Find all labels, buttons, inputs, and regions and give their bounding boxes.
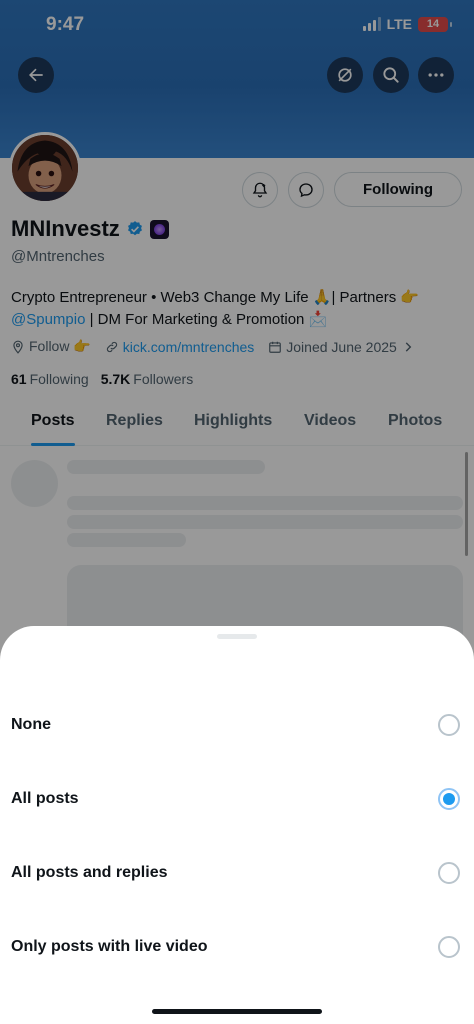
radio-unselected-icon[interactable] — [438, 714, 460, 736]
notification-settings-sheet: None All posts All posts and replies Onl… — [0, 626, 474, 1024]
radio-unselected-icon[interactable] — [438, 936, 460, 958]
radio-unselected-icon[interactable] — [438, 862, 460, 884]
option-none[interactable]: None — [0, 695, 474, 755]
option-label: All posts — [11, 790, 79, 807]
option-label: Only posts with live video — [11, 938, 208, 955]
option-label: None — [11, 716, 51, 733]
option-all-posts-and-replies[interactable]: All posts and replies — [0, 843, 474, 903]
option-live-video-only[interactable]: Only posts with live video — [0, 917, 474, 977]
option-all-posts[interactable]: All posts — [0, 769, 474, 829]
radio-selected-icon[interactable] — [438, 788, 460, 810]
profile-screen: 9:47 LTE 14 Following MNInvestz @Mntrenc… — [0, 0, 474, 1024]
sheet-grabber[interactable] — [217, 634, 257, 639]
scrollbar[interactable] — [465, 452, 468, 556]
option-label: All posts and replies — [11, 864, 168, 881]
home-indicator[interactable] — [152, 1009, 322, 1014]
